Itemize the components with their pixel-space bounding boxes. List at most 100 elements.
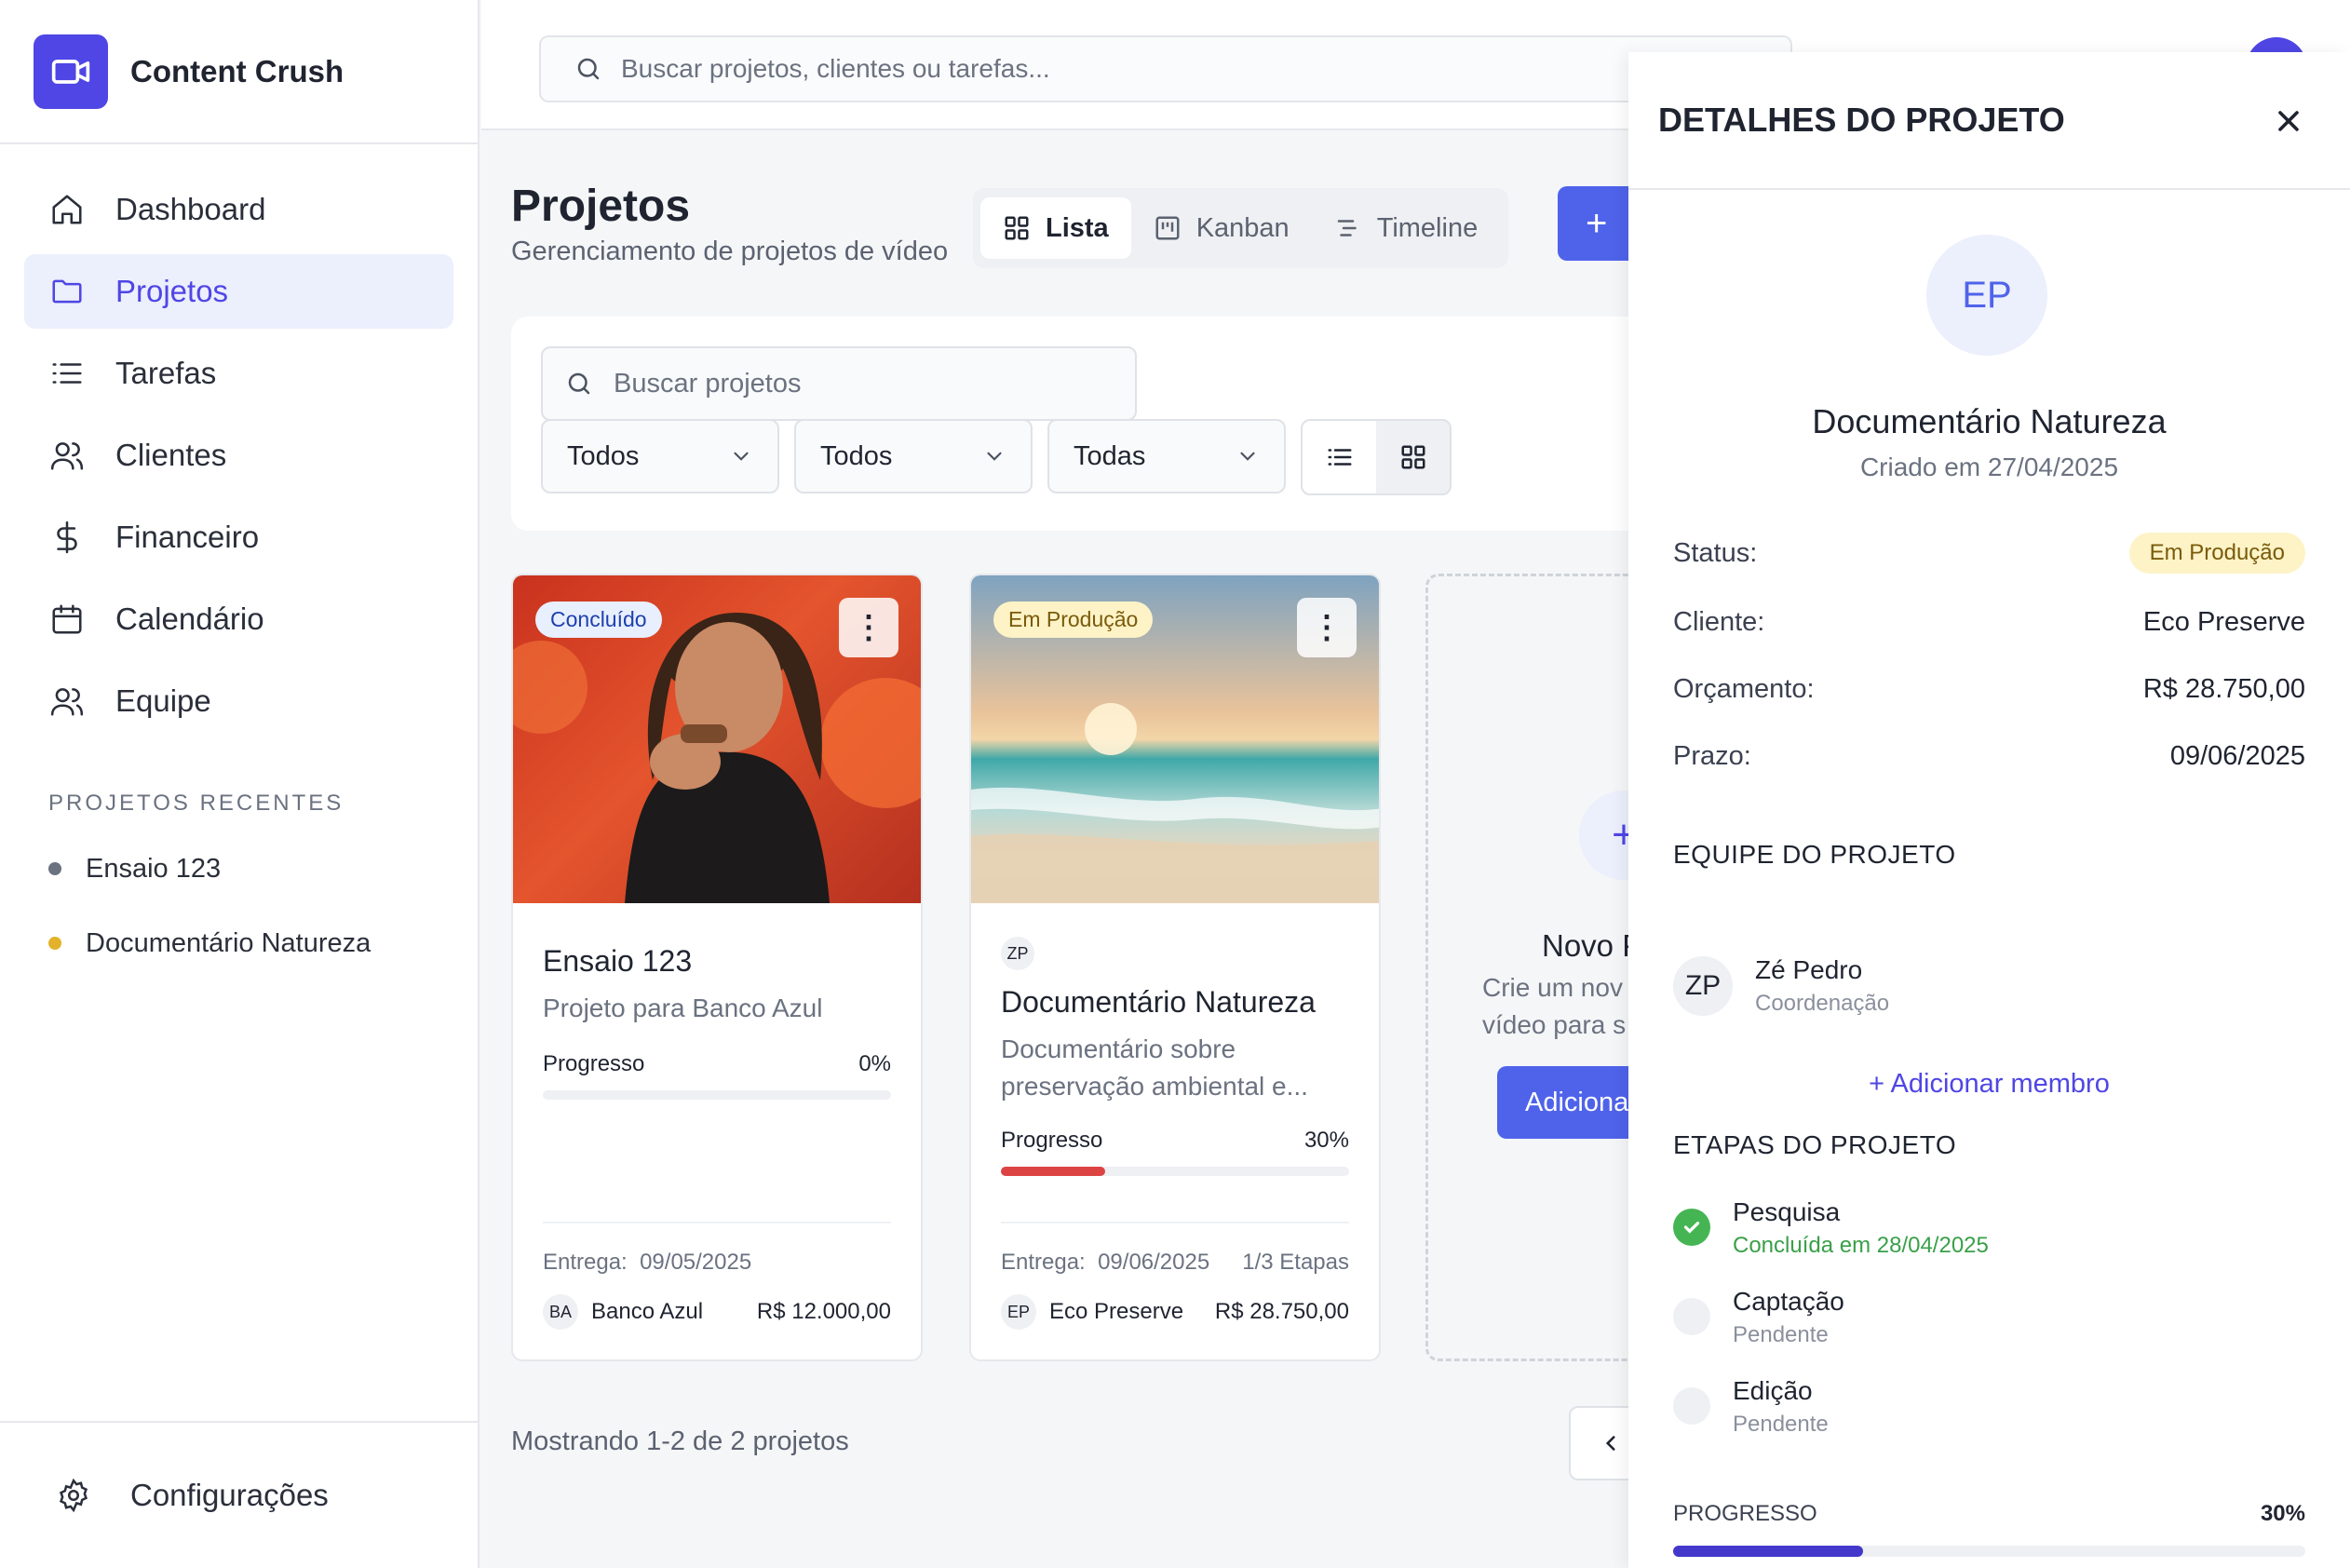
sidebar-item-dashboard[interactable]: Dashboard [24,172,453,247]
field-value: Eco Preserve [2142,607,2305,637]
stages-count: 1/3 Etapas [1242,1250,1349,1275]
list-icon [48,355,86,392]
add-member-link[interactable]: + Adicionar membro [1628,1069,2350,1100]
project-created-date: Criado em 27/04/2025 [1859,453,2119,481]
sidebar-item-equipe[interactable]: Equipe [24,664,453,738]
new-project-desc-line: vídeo para s [1482,1010,1627,1039]
stage-name: Captação [1733,1287,1844,1316]
project-thumbnail: Em Produção ⋮ [971,575,1379,903]
tab-label: Lista [1046,212,1109,243]
status-dot [48,862,61,875]
sidebar-item-projetos[interactable]: Projetos [24,254,453,329]
client-row: EP Eco Preserve R$ 28.750,00 [1001,1294,1349,1330]
tab-kanban[interactable]: Kanban [1131,197,1312,259]
card-menu-button[interactable]: ⋮ [839,598,898,657]
users-icon [48,437,86,474]
stage-item[interactable]: Captação Pendente [1673,1287,1844,1348]
card-footer: Entrega: 09/06/2025 1/3 Etapas EP Eco Pr… [1001,1222,1349,1359]
period-filter-select[interactable]: Todas [1047,419,1286,493]
project-search-placeholder: Buscar projetos [614,368,802,399]
status-filter-select[interactable]: Todos [541,419,779,493]
video-camera-icon [34,34,108,109]
progress-row: Progresso 30% [1001,1128,1349,1154]
card-body: Ensaio 123 Projeto para Banco Azul Progr… [513,944,921,1100]
project-thumbnail: Concluído ⋮ [513,575,921,903]
list-view-button[interactable] [1303,421,1376,493]
member-name: Zé Pedro [1755,955,1863,984]
sidebar-item-label: Financeiro [115,520,260,554]
panel-progress-bar [1673,1546,2305,1557]
search-icon [577,58,600,80]
global-search-placeholder: Buscar projetos, clientes ou tarefas... [621,54,1050,83]
tab-lista[interactable]: Lista [980,197,1131,259]
list-icon [1328,449,1351,466]
progress-label: Progresso [1001,1128,1103,1153]
recent-project-documentario[interactable]: Documentário Natureza [48,906,478,980]
tab-timeline[interactable]: Timeline [1312,197,1501,259]
brand[interactable]: Content Crush [0,0,478,144]
panel-header: DETALHES DO PROJETO [1628,52,2350,190]
sidebar-item-label: Equipe [115,683,211,718]
filters-panel: Buscar projetos Todos Todos Todas [511,317,1647,531]
sidebar-item-label: Calendário [115,602,264,636]
select-value: Todos [567,440,640,471]
team-member[interactable]: ZP Zé Pedro Coordenação [1673,955,1889,1017]
team-icon [48,683,86,720]
client-name: Banco Azul [591,1299,704,1324]
progress-bar [1001,1167,1349,1176]
project-name: Documentário Natureza [1812,402,2167,440]
delivery-date: 09/05/2025 [640,1250,752,1275]
panel-progress-label: PROGRESSO [1673,1501,1817,1526]
settings-label: Configurações [130,1478,329,1512]
sidebar-item-clientes[interactable]: Clientes [24,418,453,493]
sidebar-item-tarefas[interactable]: Tarefas [24,336,453,411]
project-search-input[interactable]: Buscar projetos [541,346,1137,421]
card-body: ZP Documentário Natureza Documentário so… [971,937,1379,1176]
recent-project-ensaio[interactable]: Ensaio 123 [48,831,478,906]
grid-icon [1401,445,1425,469]
stage-item[interactable]: Pesquisa Concluída em 28/04/2025 [1673,1197,1989,1259]
chevron-down-icon [987,452,1002,461]
main-nav: Dashboard Projetos Tarefas Clientes Fina… [0,172,478,738]
pending-circle-icon [1673,1387,1710,1425]
stage-name: Edição [1733,1376,1813,1405]
client-avatar: EP [1001,1294,1036,1330]
home-icon [48,191,86,228]
new-project-title: Novo P [1542,928,1643,963]
budget: R$ 12.000,00 [756,1299,891,1324]
client-filter-select[interactable]: Todos [794,419,1033,493]
grid-view-button[interactable] [1376,421,1450,493]
team-section-title: EQUIPE DO PROJETO [1673,840,1956,869]
chevron-down-icon [1240,452,1255,461]
sidebar-item-calendario[interactable]: Calendário [24,582,453,656]
card-description: Documentário sobre preservação ambiental… [1001,1034,1308,1101]
field-budget: Orçamento: R$ 28.750,00 [1673,674,2305,705]
card-footer: Entrega: 09/05/2025 BA Banco Azul R$ 12.… [543,1222,891,1359]
sidebar-item-financeiro[interactable]: Financeiro [24,500,453,574]
status-badge: Em Produção [993,602,1154,638]
close-icon[interactable] [2272,104,2305,138]
folder-icon [48,273,86,310]
stages-section-title: ETAPAS DO PROJETO [1673,1130,1957,1159]
recent-project-label: Ensaio 123 [86,853,222,884]
timeline-icon [1337,220,1357,237]
settings-link[interactable]: Configurações [0,1421,478,1568]
project-card-documentario[interactable]: Em Produção ⋮ ZP Documentário Natureza D… [969,574,1381,1361]
global-search-input[interactable]: Buscar projetos, clientes ou tarefas... [539,35,1792,102]
check-circle-icon [1673,1209,1710,1246]
status-dot [48,937,61,950]
field-deadline: Prazo: 09/06/2025 [1673,741,2305,772]
card-description: Projeto para Banco Azul [543,994,823,1022]
team-avatar: ZP [1001,937,1034,970]
progress-fill [1001,1167,1106,1176]
sidebar-item-label: Clientes [115,438,227,472]
project-card-ensaio[interactable]: Concluído ⋮ Ensaio 123 Projeto para Banc… [511,574,923,1361]
calendar-icon [48,601,86,638]
delivery-row: Entrega: 09/05/2025 [543,1250,891,1276]
stage-item[interactable]: Edição Pendente [1673,1376,1829,1438]
client-name: Eco Preserve [1049,1299,1184,1324]
card-menu-button[interactable]: ⋮ [1297,598,1357,657]
sidebar: Content Crush Dashboard Projetos Tarefas… [0,0,479,1568]
panel-progress-value: 30% [2260,1501,2305,1526]
field-label: Cliente: [1673,607,1765,637]
